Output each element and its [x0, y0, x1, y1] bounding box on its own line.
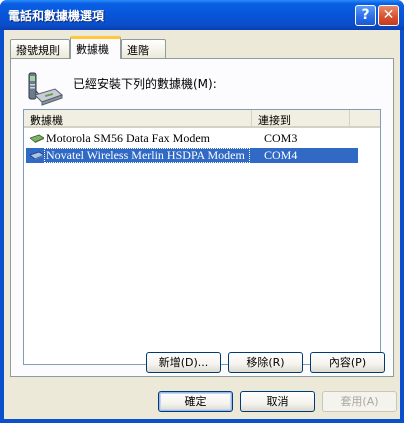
modem-icon [30, 151, 44, 160]
add-button[interactable]: 新增(D)... [146, 352, 221, 373]
ok-button[interactable]: 確定 [158, 391, 233, 412]
modems-tab-panel: 已經安裝下列的數據機(M): 數據機 連接到 Motorola SM56 Dat… [10, 58, 394, 377]
modem-name: Novatel Wireless Merlin HSDPA Modem [46, 148, 245, 162]
tab-dialing-rules[interactable]: 撥號規則 [10, 39, 70, 58]
apply-button[interactable]: 套用(A) [322, 391, 397, 412]
window-title: 電話和數據機選項 [8, 9, 105, 23]
modem-list[interactable]: 數據機 連接到 Motorola SM56 Data Fax Modem COM… [23, 109, 381, 365]
help-button[interactable]: ? [355, 5, 376, 26]
window-frame-right [400, 30, 404, 423]
dialog-window: 電話和數據機選項 ? ✕ 撥號規則 數據機 進階 已經安裝下列的數據機(M): [0, 0, 404, 423]
window-frame-bottom [0, 419, 404, 423]
list-header: 數據機 連接到 [24, 110, 380, 128]
modem-name: Motorola SM56 Data Fax Modem [46, 131, 210, 145]
modem-port: COM3 [264, 131, 298, 145]
tab-advanced[interactable]: 進階 [121, 39, 166, 58]
list-item-modem-selected[interactable]: Novatel Wireless Merlin HSDPA Modem COM4 [26, 148, 358, 163]
cancel-button[interactable]: 取消 [240, 391, 315, 412]
dialog-client-area: 撥號規則 數據機 進階 已經安裝下列的數據機(M): 數據機 連接到 Motor… [4, 30, 400, 419]
close-button[interactable]: ✕ [378, 5, 399, 26]
modem-port: COM4 [264, 148, 298, 162]
title-bar[interactable]: 電話和數據機選項 ? ✕ [0, 0, 404, 30]
list-item-modem[interactable]: Motorola SM56 Data Fax Modem COM3 [26, 131, 358, 146]
properties-button[interactable]: 內容(P) [310, 352, 385, 373]
column-header-modem[interactable]: 數據機 [24, 110, 252, 127]
phone-modem-icon [28, 72, 63, 106]
installed-modems-label: 已經安裝下列的數據機(M): [73, 77, 217, 91]
tab-modems[interactable]: 數據機 [70, 36, 121, 59]
modem-icon [30, 134, 44, 143]
remove-button[interactable]: 移除(R) [228, 352, 303, 373]
column-header-empty [350, 110, 380, 126]
column-header-attached-to[interactable]: 連接到 [252, 110, 350, 127]
